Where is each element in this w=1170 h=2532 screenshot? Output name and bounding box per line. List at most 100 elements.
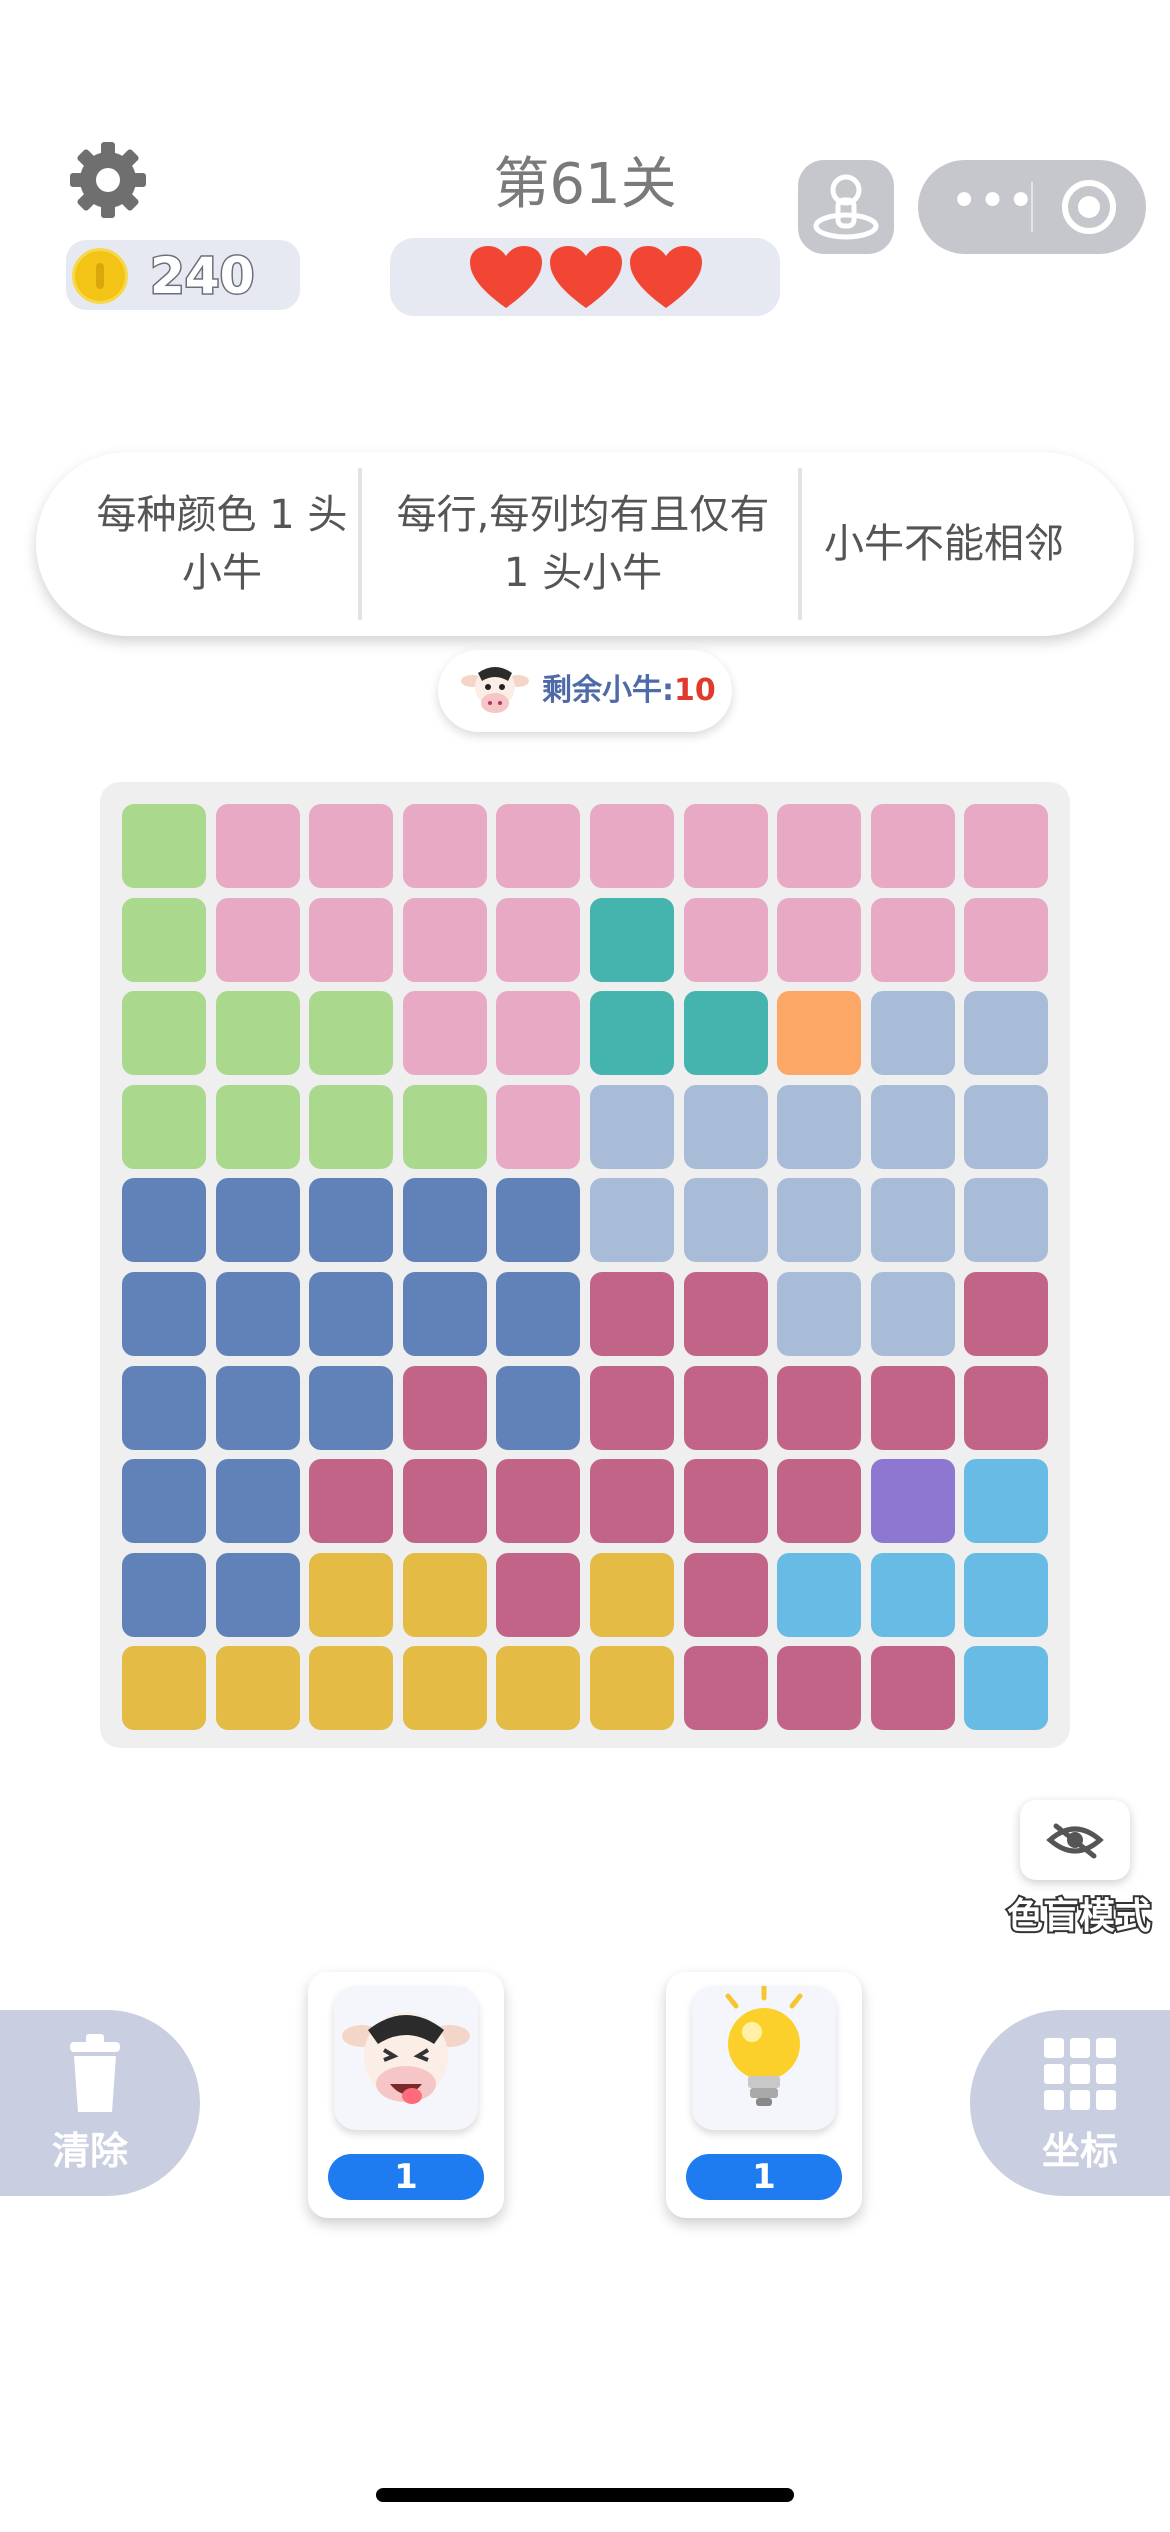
board-cell[interactable] xyxy=(777,991,862,1076)
gamepad-button[interactable] xyxy=(798,160,894,254)
board-cell[interactable] xyxy=(309,991,394,1076)
board-cell[interactable] xyxy=(590,1178,674,1263)
board-cell[interactable] xyxy=(683,1365,768,1450)
board-cell[interactable] xyxy=(122,991,206,1076)
board-cell[interactable] xyxy=(402,1365,487,1450)
board-cell[interactable] xyxy=(964,1459,1049,1544)
board-cell[interactable] xyxy=(402,897,487,982)
board-cell[interactable] xyxy=(122,1084,206,1169)
board-cell[interactable] xyxy=(215,897,300,982)
board-cell[interactable] xyxy=(964,1178,1049,1263)
board-cell[interactable] xyxy=(777,804,862,888)
board-cell[interactable] xyxy=(683,897,768,982)
board-cell[interactable] xyxy=(402,1552,487,1637)
board-cell[interactable] xyxy=(309,1272,394,1356)
board-cell[interactable] xyxy=(402,804,487,888)
board-cell[interactable] xyxy=(496,1552,581,1637)
board-cell[interactable] xyxy=(870,1272,955,1356)
hint-tool[interactable]: 1 xyxy=(666,1972,862,2218)
board-cell[interactable] xyxy=(215,1272,300,1356)
board-cell[interactable] xyxy=(309,1459,394,1544)
board-cell[interactable] xyxy=(870,1552,955,1637)
board-cell[interactable] xyxy=(590,1272,674,1356)
board-cell[interactable] xyxy=(122,1272,206,1356)
coordinates-button[interactable]: 坐标 xyxy=(970,2010,1170,2196)
board-cell[interactable] xyxy=(590,1365,674,1450)
board-cell[interactable] xyxy=(122,1365,206,1450)
board-cell[interactable] xyxy=(496,897,581,982)
settings-gear-icon[interactable] xyxy=(66,138,150,222)
cow-placement-tool[interactable]: 1 xyxy=(308,1972,504,2218)
board-cell[interactable] xyxy=(496,1178,581,1263)
board-cell[interactable] xyxy=(309,1178,394,1263)
board-cell[interactable] xyxy=(683,1646,768,1731)
board-cell[interactable] xyxy=(870,1646,955,1731)
board-cell[interactable] xyxy=(870,991,955,1076)
board-cell[interactable] xyxy=(215,1365,300,1450)
board-cell[interactable] xyxy=(309,1552,394,1637)
board-cell[interactable] xyxy=(496,1646,581,1731)
board-cell[interactable] xyxy=(870,897,955,982)
board-cell[interactable] xyxy=(122,1646,206,1731)
board-cell[interactable] xyxy=(777,897,862,982)
board-cell[interactable] xyxy=(402,1178,487,1263)
board-cell[interactable] xyxy=(964,804,1049,888)
board-cell[interactable] xyxy=(309,1365,394,1450)
board-cell[interactable] xyxy=(777,1084,862,1169)
board-cell[interactable] xyxy=(122,1459,206,1544)
board-cell[interactable] xyxy=(402,1646,487,1731)
board-cell[interactable] xyxy=(683,1272,768,1356)
board-cell[interactable] xyxy=(683,804,768,888)
clear-button[interactable]: 清除 xyxy=(0,2010,200,2196)
board-cell[interactable] xyxy=(215,1646,300,1731)
board-cell[interactable] xyxy=(964,1365,1049,1450)
board-cell[interactable] xyxy=(402,991,487,1076)
board-cell[interactable] xyxy=(496,1084,581,1169)
board-cell[interactable] xyxy=(590,897,674,982)
colorblind-toggle[interactable] xyxy=(1020,1800,1130,1880)
board-cell[interactable] xyxy=(777,1552,862,1637)
board-cell[interactable] xyxy=(777,1459,862,1544)
board-cell[interactable] xyxy=(777,1178,862,1263)
board-cell[interactable] xyxy=(309,1084,394,1169)
board-cell[interactable] xyxy=(777,1646,862,1731)
board-cell[interactable] xyxy=(683,1178,768,1263)
board-cell[interactable] xyxy=(496,1365,581,1450)
board-cell[interactable] xyxy=(777,1272,862,1356)
board-cell[interactable] xyxy=(590,804,674,888)
board-cell[interactable] xyxy=(215,1459,300,1544)
board-cell[interactable] xyxy=(777,1365,862,1450)
board-cell[interactable] xyxy=(683,1552,768,1637)
board-cell[interactable] xyxy=(309,1646,394,1731)
board-cell[interactable] xyxy=(870,1178,955,1263)
close-target-icon[interactable] xyxy=(1062,180,1116,234)
board-cell[interactable] xyxy=(122,1178,206,1263)
board-cell[interactable] xyxy=(215,1178,300,1263)
board-cell[interactable] xyxy=(964,1084,1049,1169)
board-cell[interactable] xyxy=(964,897,1049,982)
board-cell[interactable] xyxy=(590,991,674,1076)
board-cell[interactable] xyxy=(122,897,206,982)
board-cell[interactable] xyxy=(309,804,394,888)
board-cell[interactable] xyxy=(870,1459,955,1544)
board-cell[interactable] xyxy=(496,991,581,1076)
more-menu-icon[interactable]: ••• xyxy=(950,170,1035,244)
board-cell[interactable] xyxy=(402,1084,487,1169)
board-cell[interactable] xyxy=(402,1272,487,1356)
board-cell[interactable] xyxy=(683,1084,768,1169)
board-cell[interactable] xyxy=(590,1552,674,1637)
board-cell[interactable] xyxy=(964,1272,1049,1356)
board-cell[interactable] xyxy=(215,1084,300,1169)
board-cell[interactable] xyxy=(496,1272,581,1356)
board-cell[interactable] xyxy=(870,804,955,888)
board-cell[interactable] xyxy=(683,991,768,1076)
board-cell[interactable] xyxy=(590,1459,674,1544)
board-cell[interactable] xyxy=(496,804,581,888)
board-cell[interactable] xyxy=(590,1084,674,1169)
board-cell[interactable] xyxy=(964,1646,1049,1731)
board-cell[interactable] xyxy=(215,991,300,1076)
board-cell[interactable] xyxy=(870,1365,955,1450)
board-cell[interactable] xyxy=(309,897,394,982)
board-cell[interactable] xyxy=(215,804,300,888)
board-cell[interactable] xyxy=(402,1459,487,1544)
